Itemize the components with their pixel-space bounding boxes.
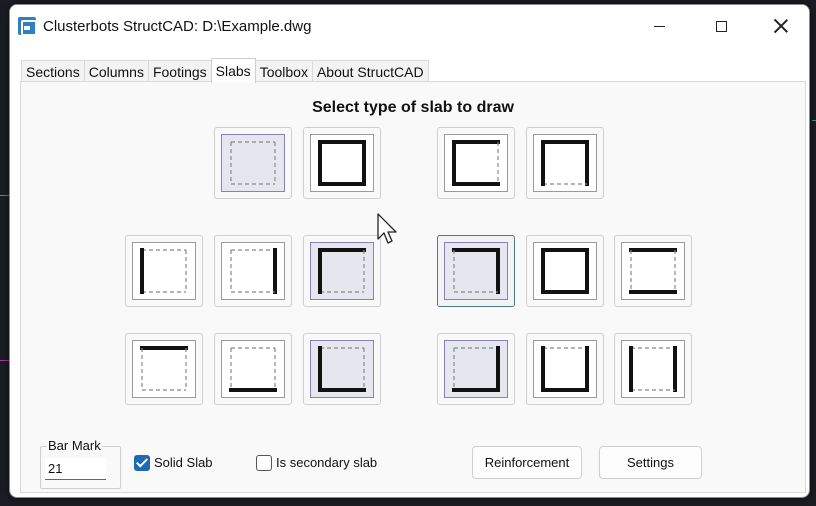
maximize-icon [715, 20, 727, 32]
slab-type-button-all-edges-dashed[interactable] [214, 127, 292, 199]
settings-button[interactable]: Settings [599, 446, 702, 479]
tab-columns[interactable]: Columns [83, 60, 149, 82]
slab-outline-icon [221, 134, 285, 192]
mouse-pointer-icon [377, 213, 397, 244]
slab-outline-icon [444, 242, 508, 300]
slab-outline-icon [444, 340, 508, 398]
slab-outline-icon [310, 134, 374, 192]
slab-outline-icon [444, 134, 508, 192]
maximize-button[interactable] [692, 5, 750, 47]
slabs-tab-panel: Select type of slab to draw Bar Mark Sol… [20, 81, 806, 493]
reinforcement-button[interactable]: Reinforcement [472, 446, 582, 479]
slab-type-button-top-bottom-thick[interactable] [614, 235, 692, 307]
slab-outline-icon [310, 242, 374, 300]
slab-outline-icon [132, 340, 196, 398]
slab-outline-icon [221, 340, 285, 398]
slab-type-button-left-top-right-thick[interactable] [526, 127, 604, 199]
slab-type-button-bottom-thick[interactable] [214, 333, 292, 405]
slab-type-button-left-right-thick[interactable] [614, 333, 692, 405]
tab-sections[interactable]: Sections [21, 60, 85, 82]
solid-slab-checkbox[interactable] [134, 455, 150, 471]
title-bar[interactable]: Clusterbots StructCAD: D:\Example.dwg [10, 5, 809, 47]
minimize-icon [653, 25, 665, 27]
minimize-button[interactable] [630, 5, 688, 47]
secondary-slab-checkbox[interactable] [256, 455, 272, 471]
bar-mark-label: Bar Mark [47, 438, 102, 453]
slab-type-button-left-top-bottom-thick[interactable] [437, 127, 515, 199]
background-cad-line [812, 120, 816, 121]
slab-type-button-right-thick[interactable] [214, 235, 292, 307]
background-cad-line [0, 360, 9, 361]
panel-heading: Select type of slab to draw [312, 99, 514, 116]
slab-outline-icon [533, 242, 597, 300]
tab-slabs[interactable]: Slabs [210, 58, 256, 83]
slab-type-button-all-edges-thick[interactable] [303, 127, 381, 199]
bar-mark-input[interactable] [45, 458, 106, 480]
slab-outline-icon [621, 340, 685, 398]
tab-strip: Sections Columns Footings Slabs Toolbox … [21, 58, 429, 83]
slab-outline-icon [132, 242, 196, 300]
slab-outline-icon [310, 340, 374, 398]
slab-type-button-top-thick[interactable] [125, 333, 203, 405]
slab-type-button-left-bottom-right-thick[interactable] [526, 333, 604, 405]
solid-slab-label[interactable]: Solid Slab [154, 455, 213, 470]
slab-type-button-bottom-right-thick[interactable] [437, 333, 515, 405]
slab-outline-icon [221, 242, 285, 300]
slab-type-button-left-thick[interactable] [125, 235, 203, 307]
window-title: Clusterbots StructCAD: D:\Example.dwg [43, 18, 312, 35]
slab-type-button-left-top-thick[interactable] [303, 235, 381, 307]
slab-type-button-top-right-thick[interactable] [437, 235, 515, 307]
slab-outline-icon [621, 242, 685, 300]
close-button[interactable] [752, 5, 809, 47]
app-logo-icon [18, 17, 37, 36]
slab-type-button-left-bottom-thick[interactable] [303, 333, 381, 405]
slab-outline-icon [533, 134, 597, 192]
tab-about-structcad[interactable]: About StructCAD [311, 60, 429, 82]
secondary-slab-label[interactable]: Is secondary slab [276, 455, 377, 470]
close-icon [774, 19, 788, 33]
dialog-window: Clusterbots StructCAD: D:\Example.dwg Se… [9, 4, 810, 498]
slab-type-button-three-sides-thick-right-dashed[interactable] [526, 235, 604, 307]
tab-footings[interactable]: Footings [147, 60, 212, 82]
slab-outline-icon [533, 340, 597, 398]
background-cad-line [0, 195, 9, 196]
tab-toolbox[interactable]: Toolbox [254, 60, 313, 82]
